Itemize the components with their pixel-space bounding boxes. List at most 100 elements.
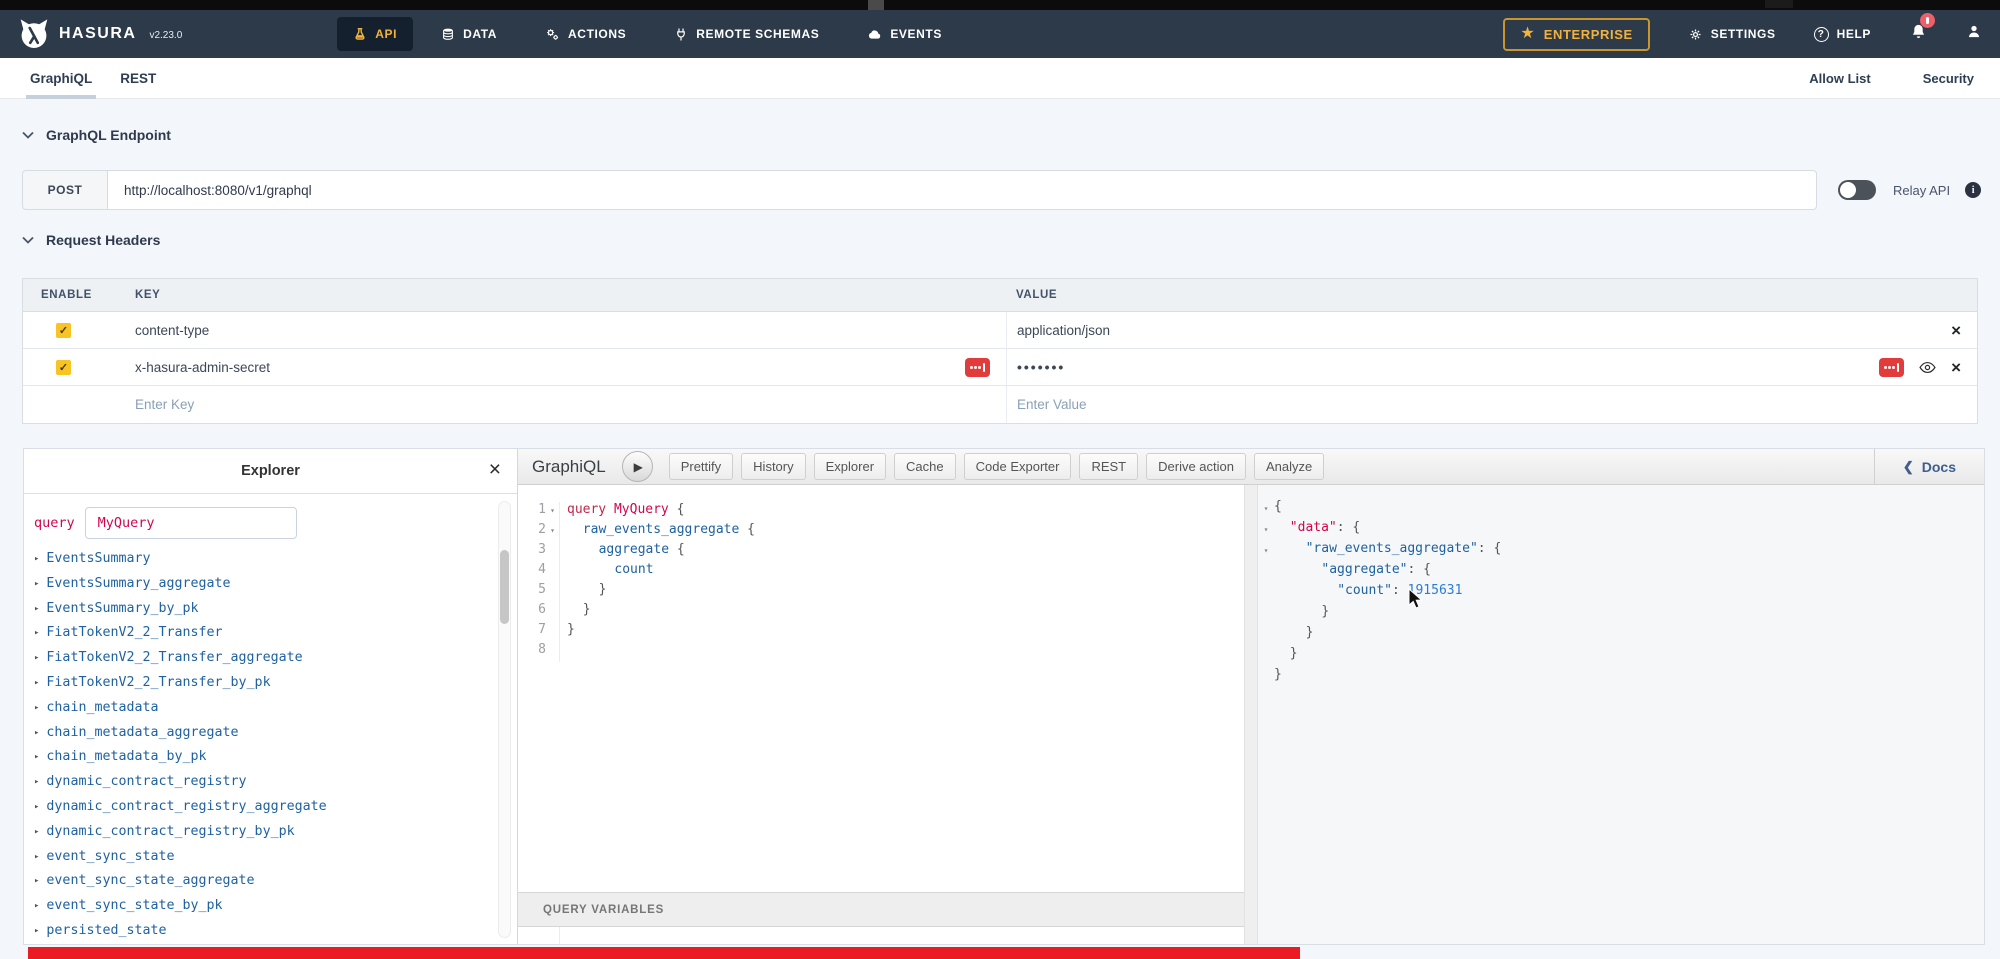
nav-item-actions[interactable]: ACTIONS — [525, 10, 646, 58]
code-text: aggregate { — [559, 542, 1244, 562]
explorer-field[interactable]: ▸event_sync_state — [34, 845, 517, 870]
response-text: "data": { — [1274, 520, 1360, 541]
code-line[interactable]: 6} — [518, 602, 1244, 622]
query-variables-bar[interactable]: QUERY VARIABLES — [518, 892, 1244, 927]
close-icon[interactable]: × — [489, 458, 501, 482]
explorer-field[interactable]: ▸dynamic_contract_registry_aggregate — [34, 795, 517, 820]
new-header-key-input[interactable]: Enter Key — [135, 397, 194, 412]
scrollbar-thumb[interactable] — [500, 550, 509, 624]
docs-label: Docs — [1922, 459, 1956, 475]
graphiql-toolbar: GraphiQL ▶ Prettify History Explorer Cac… — [518, 449, 1984, 485]
chevron-left-icon: ❮ — [1903, 459, 1914, 475]
explorer-field[interactable]: ▸dynamic_contract_registry_by_pk — [34, 820, 517, 845]
editor-scrollbar-strip[interactable] — [1244, 485, 1258, 944]
explorer-field[interactable]: ▸FiatTokenV2_2_Transfer — [34, 621, 517, 646]
notifications-button[interactable] — [1909, 22, 1928, 47]
code-exporter-button[interactable]: Code Exporter — [964, 453, 1072, 480]
explorer-field[interactable]: ▸EventsSummary_aggregate — [34, 572, 517, 597]
explorer-field[interactable]: ▸chain_metadata_by_pk — [34, 745, 517, 770]
code-line[interactable]: 2▾raw_events_aggregate { — [518, 522, 1244, 542]
explorer-field[interactable]: ▸chain_metadata — [34, 696, 517, 721]
explorer-field[interactable]: ▸dynamic_contract_registry — [34, 770, 517, 795]
query-editor[interactable]: 1▾query MyQuery {2▾raw_events_aggregate … — [518, 485, 1244, 944]
header-key-input[interactable]: content-type — [135, 323, 209, 338]
remove-header-button[interactable]: × — [1951, 322, 1961, 339]
info-icon[interactable]: i — [1965, 182, 1981, 198]
code-text: query MyQuery { — [559, 502, 1244, 522]
fold-arrow-icon[interactable]: ▾ — [1258, 541, 1274, 562]
rest-button[interactable]: REST — [1079, 453, 1138, 480]
history-button[interactable]: History — [741, 453, 805, 480]
explorer-field[interactable]: ▸FiatTokenV2_2_Transfer_aggregate — [34, 646, 517, 671]
video-progress-bar[interactable] — [28, 947, 1300, 959]
hasura-logo-block[interactable]: HASURA v2.23.0 — [18, 18, 182, 50]
fold-arrow-icon[interactable]: ▾ — [546, 522, 559, 542]
request-headers-section-header[interactable]: Request Headers — [22, 232, 160, 248]
tab-rest[interactable]: REST — [106, 58, 170, 99]
tab-allow-list[interactable]: Allow List — [1809, 71, 1870, 86]
header-value-input[interactable]: application/json — [1017, 323, 1110, 338]
settings-button[interactable]: SETTINGS — [1688, 27, 1776, 42]
explorer-field[interactable]: ▸chain_metadata_aggregate — [34, 721, 517, 746]
table-header-row: ENABLE KEY VALUE — [23, 279, 1977, 312]
explorer-field[interactable]: ▸FiatTokenV2_2_Transfer_by_pk — [34, 671, 517, 696]
query-variables-editor[interactable] — [518, 927, 1244, 944]
prettify-button[interactable]: Prettify — [669, 453, 733, 480]
fold-gutter — [546, 542, 559, 562]
code-line[interactable]: 4count — [518, 562, 1244, 582]
code-line[interactable]: 1▾query MyQuery { — [518, 502, 1244, 522]
header-value-input[interactable]: ••••••• — [1017, 359, 1065, 375]
top-nav: HASURA v2.23.0 API DATA ACTIONS — [0, 10, 2000, 58]
explorer-field[interactable]: ▸persisted_state_aggregate — [34, 944, 517, 945]
explorer-scrollbar[interactable] — [498, 501, 511, 938]
masked-value-icon[interactable] — [965, 358, 990, 377]
response-line: "aggregate": { — [1258, 562, 1984, 583]
triangle-right-icon: ▸ — [34, 628, 39, 638]
explorer-field[interactable]: ▸event_sync_state_aggregate — [34, 869, 517, 894]
tab-graphiql[interactable]: GraphiQL — [16, 58, 106, 99]
account-button[interactable] — [1966, 23, 1982, 45]
code-line[interactable]: 5} — [518, 582, 1244, 602]
explorer-field[interactable]: ▸EventsSummary — [34, 547, 517, 572]
explorer-button[interactable]: Explorer — [814, 453, 886, 480]
nav-item-data[interactable]: DATA — [421, 10, 517, 58]
endpoint-url-input[interactable] — [108, 170, 1817, 210]
enable-checkbox[interactable]: ✓ — [56, 323, 71, 338]
nav-item-api[interactable]: API — [337, 17, 413, 51]
graphiql-title: GraphiQL — [532, 457, 606, 477]
fold-arrow-icon[interactable]: ▾ — [546, 502, 559, 522]
explorer-field[interactable]: ▸event_sync_state_by_pk — [34, 894, 517, 919]
analyze-button[interactable]: Analyze — [1254, 453, 1324, 480]
relay-api-toggle[interactable] — [1838, 180, 1876, 200]
masked-value-icon[interactable] — [1879, 358, 1904, 377]
fold-arrow-icon[interactable]: ▾ — [1258, 520, 1274, 541]
fold-arrow-icon[interactable]: ▾ — [1258, 499, 1274, 520]
execute-query-button[interactable]: ▶ — [622, 451, 653, 482]
code-line[interactable]: 7} — [518, 622, 1244, 642]
query-variables-label: QUERY VARIABLES — [543, 904, 664, 916]
code-line[interactable]: 8 — [518, 642, 1244, 662]
eye-icon[interactable] — [1919, 361, 1936, 374]
explorer-field[interactable]: ▸persisted_state — [34, 919, 517, 944]
nav-item-remote-schemas[interactable]: REMOTE SCHEMAS — [654, 10, 839, 58]
graphql-endpoint-section-header[interactable]: GraphQL Endpoint — [22, 127, 171, 143]
nav-right-cluster: ★ ENTERPRISE SETTINGS ? HELP — [1503, 18, 1982, 51]
star-icon: ★ — [1520, 27, 1534, 41]
derive-action-button[interactable]: Derive action — [1146, 453, 1246, 480]
code-line[interactable]: 3aggregate { — [518, 542, 1244, 562]
explorer-field[interactable]: ▸EventsSummary_by_pk — [34, 597, 517, 622]
new-header-value-input[interactable]: Enter Value — [1017, 397, 1087, 412]
section-title: GraphQL Endpoint — [46, 127, 171, 143]
response-text: "count": 1915631 — [1274, 583, 1462, 604]
nav-item-events[interactable]: EVENTS — [847, 10, 962, 58]
tab-security[interactable]: Security — [1923, 71, 1974, 86]
enterprise-button[interactable]: ★ ENTERPRISE — [1503, 18, 1649, 51]
docs-button[interactable]: ❮ Docs — [1874, 449, 1984, 485]
help-button[interactable]: ? HELP — [1814, 27, 1871, 42]
header-key-input[interactable]: x-hasura-admin-secret — [135, 360, 270, 375]
operation-name-input[interactable] — [85, 507, 297, 539]
remove-header-button[interactable]: × — [1951, 359, 1961, 376]
explorer-title: Explorer — [241, 463, 300, 479]
enable-checkbox[interactable]: ✓ — [56, 360, 71, 375]
cache-button[interactable]: Cache — [894, 453, 956, 480]
